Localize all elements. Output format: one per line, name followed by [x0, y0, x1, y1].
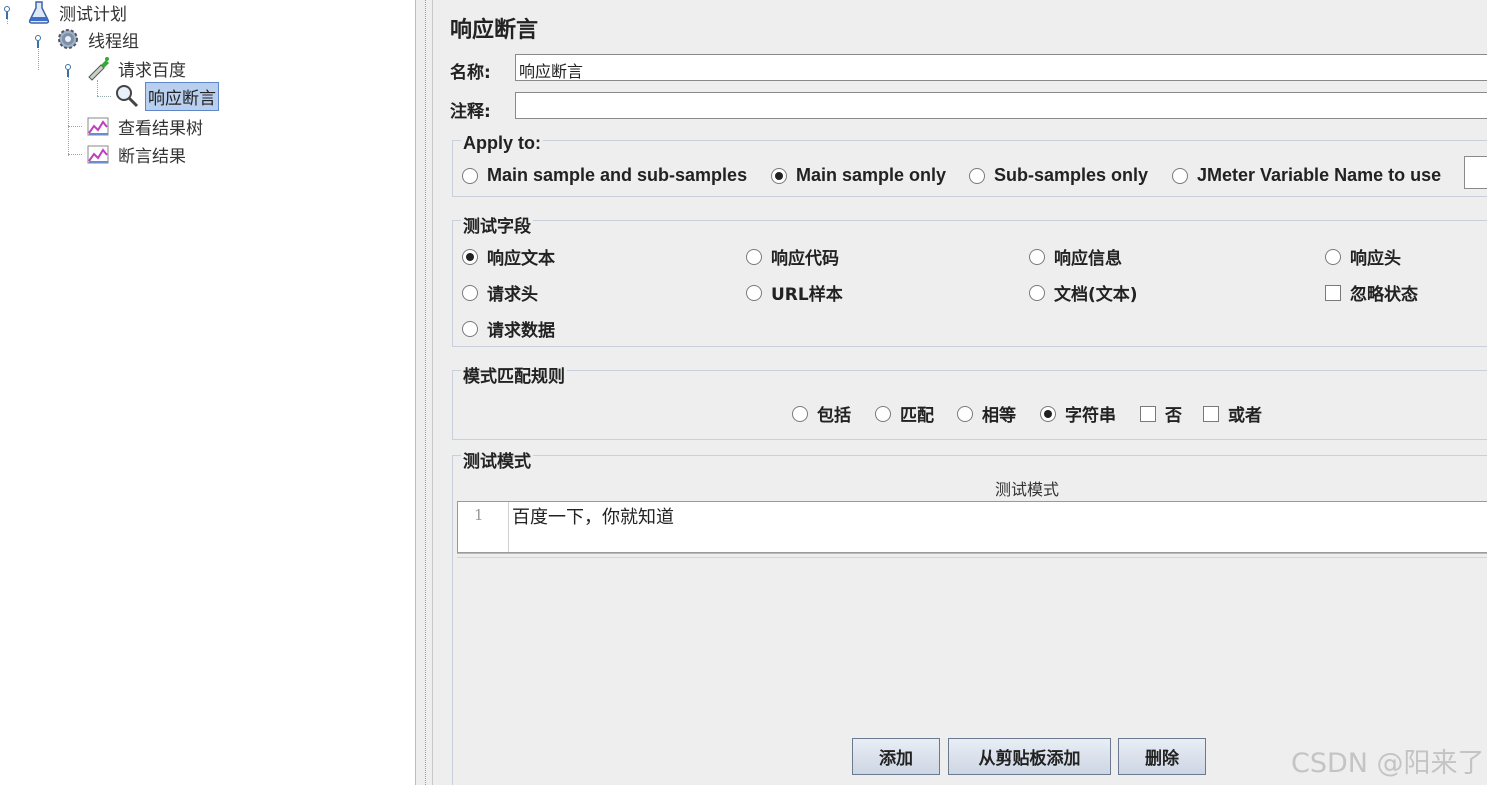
tree-connector: [68, 76, 69, 156]
field-request-data[interactable]: 请求数据: [462, 316, 555, 341]
rule-equals[interactable]: 相等: [957, 401, 1016, 426]
apply-to-main-only[interactable]: Main sample only: [771, 165, 946, 186]
apply-to-main-and-sub[interactable]: Main sample and sub-samples: [462, 165, 747, 186]
radio-button[interactable]: [462, 320, 478, 337]
tree-node-assertion-results[interactable]: 断言结果: [85, 141, 188, 167]
rule-substring[interactable]: 字符串: [1040, 401, 1116, 426]
tree-node-http-request[interactable]: 请求百度: [85, 55, 188, 81]
tree-connector: [68, 126, 82, 127]
field-response-text[interactable]: 响应文本: [462, 244, 555, 269]
rule-contains[interactable]: 包括: [792, 401, 851, 426]
radio-button-selected[interactable]: [771, 167, 787, 184]
apply-to-jmeter-variable[interactable]: JMeter Variable Name to use: [1172, 165, 1441, 186]
pattern-text[interactable]: 百度一下，你就知道: [512, 503, 674, 529]
expand-handle-icon[interactable]: [63, 63, 73, 77]
pane-splitter[interactable]: [415, 0, 433, 785]
comment-field[interactable]: [515, 92, 1487, 119]
radio-button[interactable]: [1172, 167, 1188, 184]
patterns-editor[interactable]: 1 百度一下，你就知道: [457, 501, 1487, 553]
radio-button[interactable]: [462, 167, 478, 184]
field-response-code[interactable]: 响应代码: [746, 244, 839, 269]
listener-chart-icon: [85, 113, 111, 139]
tree-node-label: 线程组: [88, 31, 139, 52]
checkbox[interactable]: [1140, 405, 1156, 422]
assertion-magnifier-icon: [114, 83, 140, 109]
comment-label: 注释:: [450, 102, 491, 122]
radio-button-selected[interactable]: [1040, 405, 1056, 422]
jmeter-variable-input[interactable]: [1464, 156, 1487, 189]
patterns-table: 测试模式 1 百度一下，你就知道: [457, 471, 1487, 558]
thread-group-gear-icon: [55, 26, 81, 52]
field-response-headers[interactable]: 响应头: [1325, 244, 1401, 269]
checkbox[interactable]: [1203, 405, 1219, 422]
radio-button[interactable]: [462, 284, 478, 301]
radio-button[interactable]: [969, 167, 985, 184]
tree-connector: [68, 154, 82, 155]
listener-chart-icon: [85, 141, 111, 167]
tree-connector: [97, 80, 98, 96]
radio-button[interactable]: [875, 405, 891, 422]
apply-to-group: Apply to: Main sample and sub-samples Ma…: [452, 133, 1487, 197]
expand-handle-icon[interactable]: [2, 5, 12, 19]
line-number-gutter: 1: [458, 502, 509, 552]
rule-not-checkbox[interactable]: 否: [1140, 401, 1182, 426]
expand-handle-icon[interactable]: [33, 34, 43, 48]
radio-button[interactable]: [1029, 284, 1045, 301]
tree-connector: [38, 46, 39, 70]
patterns-group: 测试模式 测试模式 1 百度一下，你就知道: [452, 447, 1487, 785]
ignore-status-checkbox[interactable]: 忽略状态: [1325, 280, 1418, 305]
radio-button[interactable]: [1325, 248, 1341, 265]
test-plan-flask-icon: [26, 0, 52, 25]
tree-node-response-assertion[interactable]: 响应断言: [114, 81, 219, 111]
panel-title: 响应断言: [450, 18, 539, 43]
radio-button-selected[interactable]: [462, 248, 478, 265]
radio-button[interactable]: [792, 405, 808, 422]
apply-to-title: Apply to:: [461, 133, 543, 154]
column-header: 测试模式: [995, 480, 1060, 499]
delete-button[interactable]: 删除: [1118, 738, 1206, 775]
tree-node-label: 请求百度: [118, 60, 186, 81]
patterns-table-header: 测试模式: [457, 471, 1487, 502]
name-field[interactable]: 响应断言: [515, 54, 1487, 81]
rule-matches[interactable]: 匹配: [875, 401, 934, 426]
match-rules-group: 模式匹配规则 包括 匹配 相等 字符串 否 或者: [452, 362, 1487, 440]
field-response-message[interactable]: 响应信息: [1029, 244, 1122, 269]
assertion-editor-panel: 响应断言 名称: 响应断言 注释: Apply to: Main sample …: [433, 0, 1487, 785]
patterns-title: 测试模式: [461, 447, 533, 472]
rule-or-checkbox[interactable]: 或者: [1203, 401, 1262, 426]
test-field-group: 测试字段 响应文本 响应代码 响应信息 响应头 请求头 URL样本 文档(文本)…: [452, 212, 1487, 347]
radio-button[interactable]: [746, 284, 762, 301]
tree-node-label: 测试计划: [59, 4, 127, 25]
name-label: 名称:: [450, 63, 491, 83]
radio-button[interactable]: [746, 248, 762, 265]
field-request-headers[interactable]: 请求头: [462, 280, 538, 305]
radio-button[interactable]: [957, 405, 973, 422]
match-rules-title: 模式匹配规则: [461, 362, 567, 387]
add-from-clipboard-button[interactable]: 从剪贴板添加: [948, 738, 1111, 775]
http-request-pipette-icon: [85, 55, 111, 81]
field-url-sample[interactable]: URL样本: [746, 280, 843, 305]
tree-node-view-results-tree[interactable]: 查看结果树: [85, 113, 205, 139]
tree-connector: [97, 96, 111, 97]
watermark: CSDN @阳来了: [1291, 748, 1485, 779]
tree-node-test-plan[interactable]: 测试计划: [26, 0, 129, 25]
tree-node-label: 响应断言: [145, 81, 219, 111]
field-document-text[interactable]: 文档(文本): [1029, 280, 1138, 305]
test-plan-tree: 测试计划 线程组 请求百度 响应断言 查看结果树 断言结果: [0, 0, 415, 785]
line-number: 1: [474, 506, 484, 524]
test-field-title: 测试字段: [461, 212, 533, 237]
radio-button[interactable]: [1029, 248, 1045, 265]
tree-node-thread-group[interactable]: 线程组: [55, 26, 141, 52]
checkbox[interactable]: [1325, 284, 1341, 301]
tree-node-label: 断言结果: [118, 146, 186, 167]
add-button[interactable]: 添加: [852, 738, 940, 775]
tree-node-label: 查看结果树: [118, 118, 203, 139]
apply-to-sub-only[interactable]: Sub-samples only: [969, 165, 1148, 186]
